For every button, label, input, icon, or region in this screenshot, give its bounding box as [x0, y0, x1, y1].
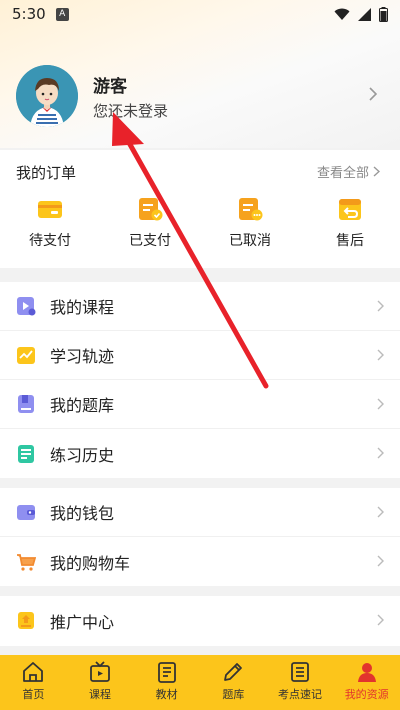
menu-group-wallet: 我的钱包 我的购物车: [0, 488, 400, 586]
menu-item-label: 我的课程: [50, 298, 115, 317]
promo-icon: [18, 611, 34, 629]
orders-view-all[interactable]: 查看全部: [317, 162, 380, 181]
chart-icon: [17, 347, 35, 364]
history-icon: [18, 444, 34, 463]
book-icon: [157, 662, 176, 683]
nav-my-resources[interactable]: 我的资源: [333, 655, 400, 710]
menu-item-label: 我的钱包: [50, 504, 115, 523]
menu-item-my-courses[interactable]: 我的课程: [0, 282, 400, 331]
chevron-right-icon: [377, 300, 384, 312]
profile-row[interactable]: 游客 您还未登录: [16, 64, 386, 128]
chevron-right-icon: [377, 447, 384, 459]
cart-icon: [17, 553, 36, 571]
chevron-right-icon: [377, 555, 384, 567]
home-icon: [23, 662, 44, 682]
nav-courses[interactable]: 课程: [67, 655, 134, 710]
menu-item-promotion-center[interactable]: 推广中心: [0, 596, 400, 645]
order-after-sales[interactable]: 售后: [300, 196, 400, 250]
order-label: 已支付: [129, 233, 171, 249]
screen: 5:30 A 游客 您还未登录 我的订单 查看全部 待支付 已支付 已取消 售后…: [0, 0, 400, 710]
chevron-right-icon: [373, 166, 380, 177]
menu-item-label: 学习轨迹: [50, 347, 115, 366]
nav-home[interactable]: 首页: [0, 655, 67, 710]
person-icon: [357, 663, 376, 682]
pencil-icon: [224, 663, 243, 681]
menu-item-label: 推广中心: [50, 612, 115, 632]
nav-question-bank[interactable]: 题库: [200, 655, 267, 710]
orders-card: 我的订单 查看全部 待支付 已支付 已取消 售后: [0, 150, 400, 268]
order-label: 待支付: [29, 233, 71, 249]
list-icon: [291, 662, 309, 682]
orders-view-all-label: 查看全部: [316, 166, 369, 181]
wallet-icon: [17, 505, 35, 520]
order-label: 售后: [336, 233, 364, 249]
wallet-icon: [38, 201, 62, 218]
menu-item-label: 我的购物车: [50, 553, 131, 573]
wifi-icon: [334, 8, 350, 20]
signal-icon: [358, 7, 371, 21]
order-status-row: 待支付 已支付 已取消 售后: [0, 196, 400, 250]
chevron-right-icon: [377, 349, 384, 361]
order-label: 已取消: [229, 233, 271, 249]
user-avatar-icon: [16, 65, 78, 127]
status-time: 5:30: [12, 5, 46, 23]
nav-label: 考点速记: [278, 688, 323, 701]
menu-group-learning: 我的课程 学习轨迹 我的题库 练习历史: [0, 282, 400, 478]
chevron-right-icon: [377, 614, 384, 626]
order-cancelled[interactable]: 已取消: [200, 196, 300, 250]
course-icon: [17, 297, 36, 316]
profile-login-status[interactable]: 您还未登录: [93, 100, 168, 121]
nav-label: 题库: [222, 688, 245, 701]
chevron-right-icon: [377, 506, 384, 518]
chevron-right-icon: [377, 398, 384, 410]
nav-key-points[interactable]: 考点速记: [267, 655, 334, 710]
menu-item-shopping-cart[interactable]: 我的购物车: [0, 537, 400, 586]
menu-item-my-wallet[interactable]: 我的钱包: [0, 488, 400, 537]
paid-doc-icon: [139, 198, 163, 221]
cancelled-doc-icon: [239, 198, 263, 221]
nav-textbooks[interactable]: 教材: [133, 655, 200, 710]
order-paid[interactable]: 已支付: [100, 196, 200, 250]
nav-label: 课程: [89, 688, 111, 701]
bottom-nav: 首页 课程 教材 题库 考点速记 我的资源: [0, 655, 400, 710]
orders-title: 我的订单: [16, 164, 77, 182]
status-bar: 5:30 A: [0, 0, 400, 28]
order-pending-payment[interactable]: 待支付: [0, 196, 100, 250]
nav-label: 首页: [22, 688, 45, 701]
menu-item-learning-track[interactable]: 学习轨迹: [0, 331, 400, 380]
avatar[interactable]: [16, 65, 78, 127]
menu-item-label: 我的题库: [50, 396, 115, 415]
nav-label: 我的资源: [344, 688, 389, 701]
profile-name: 游客: [93, 77, 127, 97]
menu-item-practice-history[interactable]: 练习历史: [0, 429, 400, 478]
chevron-right-icon[interactable]: [368, 86, 378, 102]
menu-item-question-bank[interactable]: 我的题库: [0, 380, 400, 429]
question-bank-icon: [18, 395, 34, 413]
return-icon: [339, 199, 361, 220]
tv-icon: [90, 661, 110, 682]
nav-label: 教材: [155, 688, 178, 701]
notification-icon: A: [55, 7, 69, 21]
menu-group-promo: 推广中心: [0, 596, 400, 646]
battery-icon: [379, 6, 388, 22]
menu-item-label: 练习历史: [50, 445, 115, 465]
